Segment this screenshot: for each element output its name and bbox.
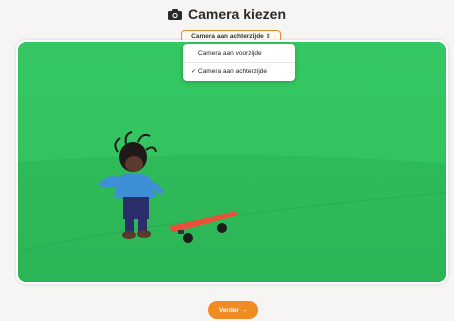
camera-icon <box>167 8 182 20</box>
checkmark-icon: ✓ <box>191 69 197 75</box>
page-title-text: Camera kiezen <box>187 6 287 22</box>
page-title: Camera kiezen <box>0 6 454 22</box>
chevron-updown-icon: ⇕ <box>265 34 271 40</box>
option-back-camera-label: Camera aan achterzijde <box>198 68 268 75</box>
option-front-camera[interactable]: Camera aan voorzijde <box>183 44 295 62</box>
camera-select-value: Camera aan achterzijde <box>191 33 264 40</box>
option-front-camera-label: Camera aan voorzijde <box>198 49 262 57</box>
next-button[interactable]: Verder → <box>208 301 258 319</box>
option-back-camera[interactable]: ✓ Camera aan achterzijde <box>183 62 295 80</box>
camera-dropdown-menu: Camera aan voorzijde ✓ Camera aan achter… <box>183 44 295 81</box>
next-button-label: Verder → <box>218 306 248 314</box>
